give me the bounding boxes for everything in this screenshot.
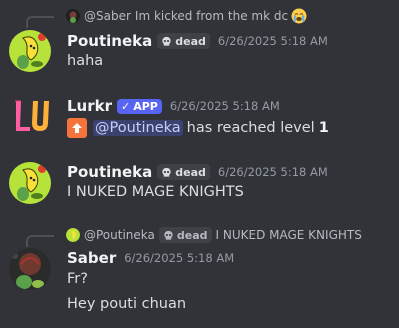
saber-mini-avatar [66, 9, 80, 23]
message-header: Lurkr ✓ APP 6/26/2025 5:18 AM [67, 96, 280, 116]
arrow-up-icon [67, 118, 87, 138]
guild-tag[interactable]: dead [158, 227, 212, 243]
saber-avatar-image [9, 248, 51, 290]
skull-icon [164, 230, 173, 240]
message-text: haha [67, 53, 104, 69]
lurkr-avatar[interactable] [9, 95, 51, 137]
message-header: Poutineka dead 6/26/2025 5:18 AM [67, 31, 328, 51]
app-badge-label: APP [133, 99, 158, 113]
crying-face-icon [291, 8, 307, 24]
poutineka-avatar[interactable] [9, 162, 51, 204]
guild-tag-label: dead [175, 34, 206, 48]
reply-spine [26, 235, 54, 247]
saber-avatar[interactable] [9, 248, 51, 290]
skull-icon [162, 36, 171, 46]
level-text: has reached level [186, 120, 315, 136]
app-badge: ✓ APP [117, 98, 162, 114]
reply-username[interactable]: @Saber [84, 9, 131, 23]
message-header: Poutineka dead 6/26/2025 5:18 AM [67, 162, 328, 182]
username[interactable]: Lurkr [67, 97, 112, 115]
user-mention[interactable]: @Poutineka [93, 120, 183, 136]
timestamp[interactable]: 6/26/2025 5:18 AM [124, 251, 234, 265]
message-header: Saber 6/26/2025 5:18 AM [67, 248, 234, 268]
skull-icon [162, 167, 171, 177]
poutineka-avatar[interactable] [9, 30, 51, 72]
username[interactable]: Poutineka [67, 163, 152, 181]
username[interactable]: Saber [67, 249, 116, 267]
reply-username[interactable]: @Poutineka [84, 228, 155, 242]
poutineka-mini-avatar [66, 228, 80, 242]
guild-tag-label: dead [175, 165, 206, 179]
message-text: I NUKED MAGE KNIGHTS [67, 184, 244, 200]
timestamp[interactable]: 6/26/2025 5:18 AM [218, 165, 328, 179]
timestamp[interactable]: 6/26/2025 5:18 AM [170, 99, 280, 113]
reply-preview[interactable]: @Poutineka dead I NUKED MAGE KNIGHTS [26, 225, 362, 247]
guild-tag[interactable]: dead [157, 33, 210, 49]
username[interactable]: Poutineka [67, 32, 152, 50]
timestamp[interactable]: 6/26/2025 5:18 AM [218, 34, 328, 48]
message-text: Hey pouti chuan [67, 296, 187, 312]
verified-check-icon: ✓ [121, 99, 131, 113]
reply-text[interactable]: Im kicked from the mk dc [135, 9, 288, 23]
banana-avatar-image [9, 30, 51, 72]
banana-avatar-image [9, 162, 51, 204]
guild-tag[interactable]: dead [157, 164, 210, 180]
guild-tag-label: dead [176, 228, 208, 242]
reply-preview[interactable]: @Saber Im kicked from the mk dc [26, 6, 307, 28]
lurkr-logo-icon [15, 100, 49, 131]
message-text: Fr? [67, 271, 88, 287]
reply-spine [26, 16, 54, 28]
reply-text[interactable]: I NUKED MAGE KNIGHTS [216, 228, 362, 242]
level-up-message: @Poutineka has reached level 1 [67, 118, 329, 138]
level-number: 1 [318, 120, 329, 136]
